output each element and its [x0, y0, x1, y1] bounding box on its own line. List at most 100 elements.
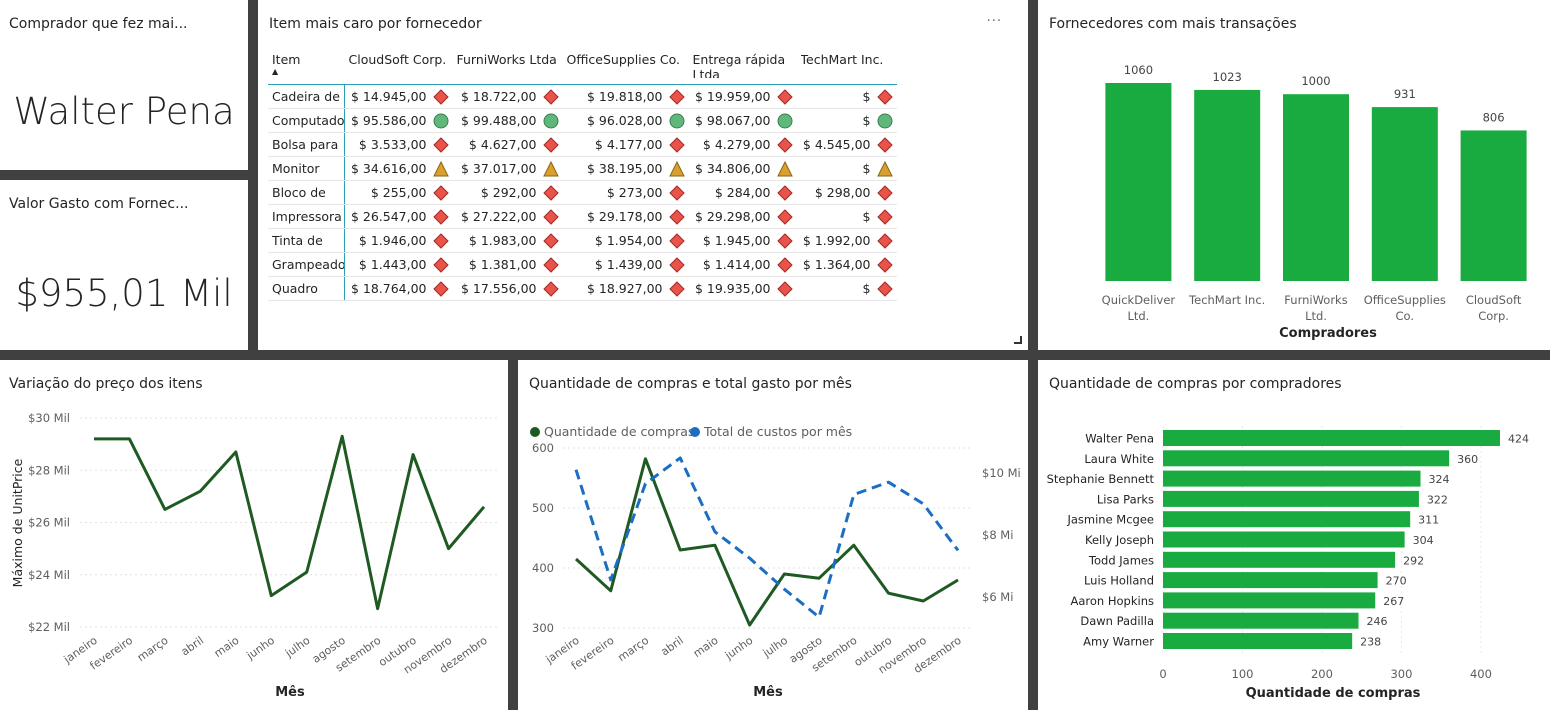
bar-lisa-parks[interactable] — [1163, 490, 1419, 507]
y-tick-label: Amy Warner — [1083, 635, 1154, 649]
triangle-indicator-icon — [876, 160, 893, 177]
diamond-indicator-icon — [776, 88, 793, 105]
y-right-tick-label: $6 Mi — [982, 590, 1013, 604]
cell-value: $ 1.945,00 — [702, 233, 771, 248]
y-tick-label: Laura White — [1084, 452, 1154, 466]
bar-quickdeliver-ltd[interactable] — [1105, 83, 1172, 281]
matrix-cell: $ 18.764,00 — [344, 276, 453, 301]
circle-indicator-icon — [433, 113, 449, 129]
matrix-body: Cadeira de $ 14.945,00 $ 18.722,00 $ 19.818… — [268, 84, 897, 301]
bar-data-label: 931 — [1394, 87, 1416, 101]
matrix-row[interactable]: Bloco de $ 255,00 $ 292,00 $ 273,00 $ 284,00… — [268, 180, 897, 205]
bar-stephanie-bennett[interactable] — [1163, 470, 1421, 487]
bar-kelly-joseph[interactable] — [1163, 531, 1405, 548]
top-buyer-card[interactable]: Comprador que fez mai... Walter Pena — [0, 0, 248, 170]
bar-furniworks-ltd[interactable] — [1283, 94, 1349, 281]
y-tick-label: $22 Mil — [28, 620, 70, 634]
matrix-cell: $ 18.927,00 — [562, 276, 689, 301]
matrix-cell: $ 298,00 — [796, 180, 897, 205]
bar-dawn-padilla[interactable] — [1163, 612, 1359, 629]
diamond-indicator-icon — [668, 208, 685, 225]
cell-value: $ 4.177,00 — [594, 137, 663, 152]
bar-amy-warner[interactable] — [1163, 633, 1353, 649]
bar-data-label: 1060 — [1124, 63, 1153, 77]
spent-card[interactable]: Valor Gasto com Fornec... $955,01 Mil — [0, 180, 248, 350]
diamond-indicator-icon — [776, 280, 793, 297]
matrix-row[interactable]: Impressora $ 26.547,00 $ 27.222,00 $ 29.178… — [268, 204, 897, 229]
buyers-chart-tile[interactable]: Quantidade de compras por compradores 01… — [1038, 360, 1550, 710]
y-tick-label: Aaron Hopkins — [1071, 594, 1155, 608]
diamond-indicator-icon — [542, 256, 559, 273]
triangle-indicator-icon — [542, 160, 559, 177]
y-right-tick-label: $10 Mi — [982, 466, 1021, 480]
column-header-officesupplies-co[interactable]: OfficeSupplies Co. — [562, 48, 689, 85]
x-tick-label: junho — [244, 634, 278, 663]
y-tick-label: Stephanie Bennett — [1047, 472, 1155, 486]
circle-indicator-icon — [543, 113, 559, 129]
diamond-indicator-icon — [542, 208, 559, 225]
matrix-corner-header[interactable]: Item ▲ — [268, 48, 345, 85]
series-line-total-de-custos-por-mes[interactable] — [574, 456, 960, 619]
diamond-indicator-icon — [776, 184, 793, 201]
x-tick-label: junho — [722, 634, 756, 663]
diamond-indicator-icon — [432, 136, 449, 153]
matrix-row[interactable]: Computado $ 95.586,00 $ 99.488,00 $ 96.028,… — [268, 108, 897, 133]
cell-value: $ 1.983,00 — [468, 233, 537, 248]
matrix-cell: $ 284,00 — [688, 180, 797, 205]
diamond-indicator-icon — [776, 256, 793, 273]
matrix-cell: $ 98.067,00 — [688, 108, 797, 133]
column-header-entrega-rapida-ltda[interactable]: Entrega rápida Ltda — [688, 48, 797, 85]
matrix-cell: $ 19.935,00 — [688, 276, 797, 301]
matrix-table: Item ▲ CloudSoft Corp. FurniWorks Ltda Off… — [268, 48, 897, 301]
bar-todd-james[interactable] — [1163, 551, 1396, 568]
x-tick-label: 0 — [1159, 667, 1166, 681]
matrix-row[interactable]: Grampeado $ 1.443,00 $ 1.381,00 $ 1.439,00 $… — [268, 252, 897, 277]
y-left-tick-label: 300 — [532, 621, 554, 635]
matrix-row[interactable]: Monitor $ 34.616,00 $ 37.017,00 $ 38.195,00… — [268, 156, 897, 181]
diamond-indicator-icon — [542, 88, 559, 105]
matrix-cell: $ 255,00 — [344, 180, 453, 205]
matrix-cell: $ 1.443,00 — [344, 252, 453, 277]
diamond-indicator-icon — [542, 280, 559, 297]
diamond-indicator-icon — [876, 280, 893, 297]
spent-value: $955,01 Mil — [15, 272, 233, 315]
cell-value: $ 1.439,00 — [594, 257, 663, 272]
cell-value: $ 98.067,00 — [694, 113, 771, 128]
bar-laura-white[interactable] — [1163, 450, 1450, 467]
bar-data-label: 238 — [1360, 636, 1381, 649]
column-header-furniworks-ltda[interactable]: FurniWorks Ltda — [452, 48, 563, 85]
resize-handle-icon[interactable] — [1014, 336, 1022, 344]
sort-ascending-icon[interactable]: ▲ — [272, 68, 341, 76]
x-tick-label: 200 — [1311, 667, 1333, 681]
matrix-row[interactable]: Cadeira de $ 14.945,00 $ 18.722,00 $ 19.818… — [268, 84, 897, 109]
matrix-cell: $ 1.992,00 — [796, 228, 897, 253]
bar-officesupplies-co[interactable] — [1371, 107, 1438, 282]
bar-walter-pena[interactable] — [1163, 430, 1500, 446]
triangle-indicator-icon — [432, 160, 449, 177]
series-line-quantidade-de-compras[interactable] — [574, 457, 959, 627]
bar-aaron-hopkins[interactable] — [1163, 592, 1376, 609]
bar-luis-holland[interactable] — [1163, 572, 1378, 589]
cell-value: $ 18.927,00 — [586, 281, 663, 296]
combo-chart-tile[interactable]: Quantidade de compras e total gasto por … — [518, 360, 1028, 710]
column-header-cloudsoft-corp[interactable]: CloudSoft Corp. — [344, 48, 453, 85]
cell-value: $ 255,00 — [370, 185, 427, 200]
column-header-techmart-inc[interactable]: TechMart Inc. — [796, 48, 897, 85]
more-options-icon[interactable]: ··· — [987, 14, 1002, 29]
bar-data-label: 267 — [1383, 595, 1404, 608]
bar-techmart-inc[interactable] — [1194, 89, 1261, 282]
bar-jasmine-mcgee[interactable] — [1163, 511, 1411, 528]
x-tick-label: FurniWorks — [1284, 293, 1347, 307]
bar-cloudsoft-corp[interactable] — [1460, 130, 1527, 281]
diamond-indicator-icon — [876, 256, 893, 273]
bar-data-label: 806 — [1483, 110, 1505, 124]
suppliers-chart-tile[interactable]: Fornecedores com mais transações 1060 Qui… — [1038, 0, 1550, 350]
price-chart-tile[interactable]: Variação do preço dos itens $22 Mil $24 M… — [0, 360, 508, 710]
matrix-visual[interactable]: Item mais caro por fornecedor ··· Item ▲… — [258, 0, 1028, 350]
cell-value: $ 284,00 — [714, 185, 771, 200]
matrix-row[interactable]: Tinta de $ 1.946,00 $ 1.983,00 $ 1.954,00 $ … — [268, 228, 897, 253]
matrix-row[interactable]: Quadro $ 18.764,00 $ 17.556,00 $ 18.927,00 $… — [268, 276, 897, 301]
matrix-row[interactable]: Bolsa para $ 3.533,00 $ 4.627,00 $ 4.177,00… — [268, 132, 897, 157]
x-tick-label: 400 — [1470, 667, 1492, 681]
matrix-cell: $ 19.959,00 — [688, 84, 797, 109]
